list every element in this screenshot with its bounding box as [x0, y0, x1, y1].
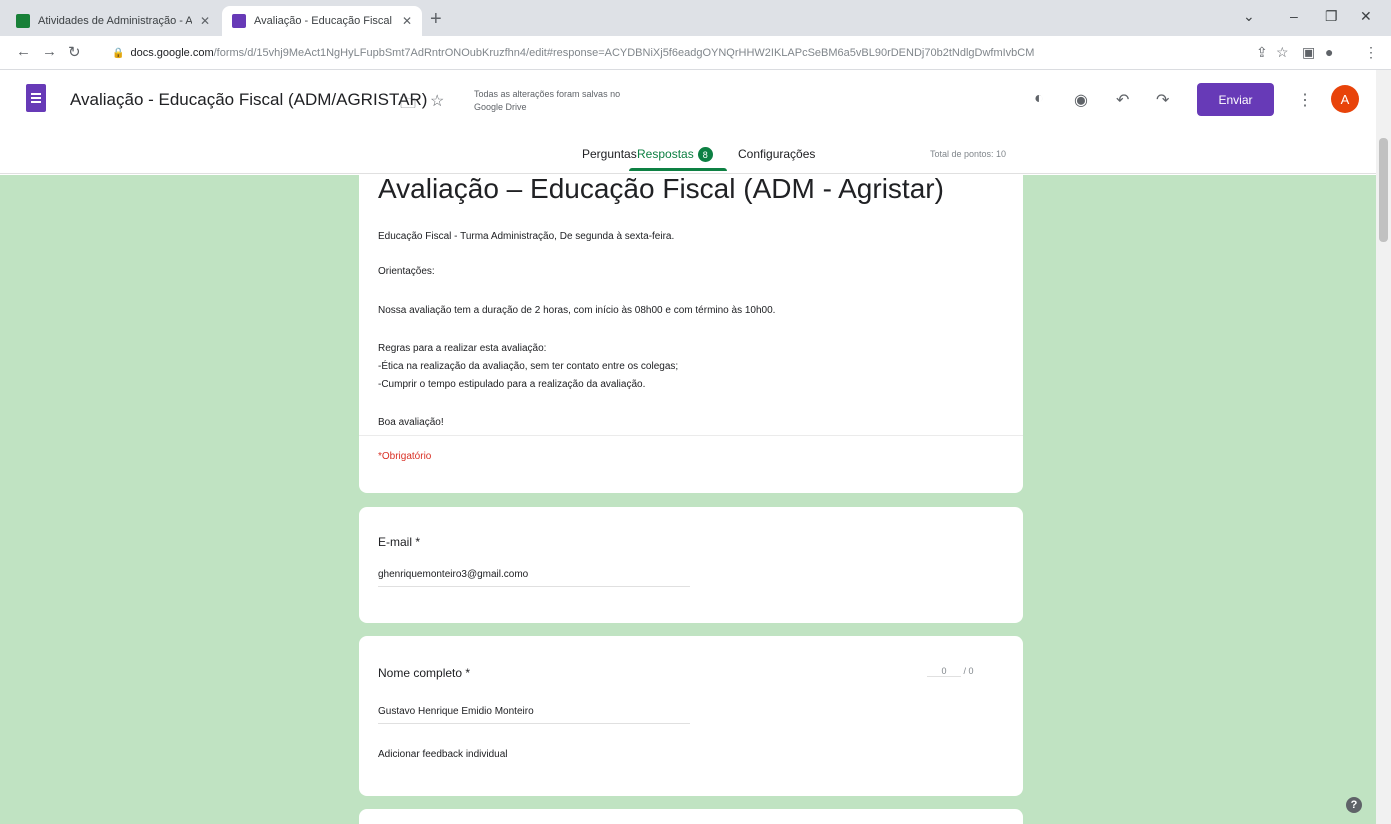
form-content-area[interactable]: Avaliação – Educação Fiscal (ADM - Agris…: [0, 175, 1376, 824]
back-icon[interactable]: ←: [16, 43, 31, 60]
share-icon[interactable]: ⇪: [1256, 44, 1268, 61]
palette-icon[interactable]: ◐: [1034, 90, 1044, 108]
star-icon[interactable]: ☆: [430, 91, 444, 111]
browser-tab-2[interactable]: Avaliação - Educação Fiscal (AD ✕: [222, 6, 422, 36]
question-card-name: Nome completo * 0 / 0 Gustavo Henrique E…: [359, 636, 1023, 796]
browser-tabstrip: Atividades de Administração - A ✕ Avalia…: [0, 0, 1391, 36]
maximize-icon[interactable]: ❐: [1325, 8, 1338, 25]
divider: [359, 435, 1023, 436]
scrollbar-thumb[interactable]: [1379, 138, 1388, 242]
url-path: /forms/d/15vhj9MeAct1NgHyLFupbSmt7AdRntr…: [213, 47, 1035, 59]
active-tab-indicator: [629, 168, 727, 171]
tab-respostas[interactable]: Respostas 8: [637, 147, 713, 163]
save-status: Todas as alterações foram salvas no Goog…: [474, 89, 621, 112]
side-panel-icon[interactable]: ▣: [1302, 44, 1315, 61]
tab-configuracoes[interactable]: Configurações: [738, 147, 815, 161]
description-line: Boa avaliação!: [378, 417, 444, 428]
bookmark-star-icon[interactable]: ☆: [1276, 44, 1289, 61]
redo-icon[interactable]: ↷: [1156, 90, 1169, 110]
send-button[interactable]: Enviar: [1197, 83, 1274, 116]
question-label: Nome completo *: [378, 666, 471, 680]
description-line: Educação Fiscal - Turma Administração, D…: [378, 231, 675, 242]
description-line: -Ética na realização da avaliação, sem t…: [378, 361, 679, 372]
tab-search-icon[interactable]: ⌄: [1243, 8, 1255, 25]
preview-eye-icon[interactable]: ◉: [1074, 90, 1088, 110]
question-card-email: E-mail * ghenriquemonteiro3@gmail.como: [359, 507, 1023, 623]
close-window-icon[interactable]: ✕: [1360, 8, 1372, 25]
reload-icon[interactable]: ↻: [68, 43, 81, 61]
forms-favicon-icon: [232, 14, 246, 28]
sheets-favicon-icon: [16, 14, 30, 28]
undo-icon[interactable]: ↶: [1116, 90, 1129, 110]
lock-icon[interactable]: 🔒: [112, 48, 124, 59]
minimize-icon[interactable]: –: [1290, 8, 1298, 24]
avatar[interactable]: A: [1331, 85, 1359, 113]
forms-header: Avaliação - Educação Fiscal (ADM/AGRISTA…: [0, 70, 1376, 174]
score-input[interactable]: 0: [927, 666, 961, 677]
question-label: E-mail *: [378, 535, 421, 549]
browser-toolbar: ← → ↻ 🔒 docs.google.com /forms/d/15vhj9M…: [0, 36, 1391, 70]
google-forms-logo-icon[interactable]: [26, 84, 46, 112]
description-line: Nossa avaliação tem a duração de 2 horas…: [378, 305, 776, 316]
url-domain: docs.google.com: [130, 47, 214, 59]
form-title: Avaliação – Educação Fiscal (ADM - Agris…: [378, 175, 944, 204]
folder-icon[interactable]: 🗀: [400, 92, 416, 119]
close-tab-icon[interactable]: ✕: [402, 14, 412, 28]
description-line: Orientações:: [378, 266, 435, 277]
document-title[interactable]: Avaliação - Educação Fiscal (ADM/AGRISTA…: [70, 90, 427, 110]
add-feedback-button[interactable]: Adicionar feedback individual: [378, 749, 508, 760]
responses-count-badge: 8: [697, 147, 713, 163]
description-line: -Cumprir o tempo estipulado para a reali…: [378, 379, 646, 390]
browser-menu-icon[interactable]: ⋮: [1364, 44, 1378, 61]
question-card-next: [359, 809, 1023, 824]
browser-tab-1[interactable]: Atividades de Administração - A ✕: [6, 6, 220, 36]
new-tab-icon[interactable]: +: [430, 8, 442, 31]
extension-icon[interactable]: ●: [1325, 44, 1333, 60]
required-note: *Obrigatório: [378, 451, 432, 462]
tab-perguntas[interactable]: Perguntas: [582, 147, 637, 161]
address-bar[interactable]: 🔒 docs.google.com /forms/d/15vhj9MeAct1N…: [104, 40, 1234, 66]
more-vert-icon[interactable]: ⋮: [1297, 90, 1313, 110]
tab-title: Avaliação - Educação Fiscal (AD: [254, 15, 394, 27]
forward-icon[interactable]: →: [42, 43, 57, 60]
score-field: 0 / 0: [927, 666, 974, 677]
score-max: / 0: [963, 666, 974, 676]
description-line: Regras para a realizar esta avaliação:: [378, 343, 547, 354]
help-icon[interactable]: ?: [1346, 797, 1362, 813]
tab-respostas-label: Respostas: [637, 147, 694, 161]
scrollbar[interactable]: [1376, 70, 1391, 824]
answer-text: ghenriquemonteiro3@gmail.como: [378, 569, 690, 587]
form-header-card: Avaliação – Educação Fiscal (ADM - Agris…: [359, 175, 1023, 493]
tab-title: Atividades de Administração - A: [38, 15, 192, 27]
total-points: Total de pontos: 10: [930, 149, 1007, 159]
close-tab-icon[interactable]: ✕: [200, 14, 210, 28]
answer-text: Gustavo Henrique Emidio Monteiro: [378, 706, 690, 724]
